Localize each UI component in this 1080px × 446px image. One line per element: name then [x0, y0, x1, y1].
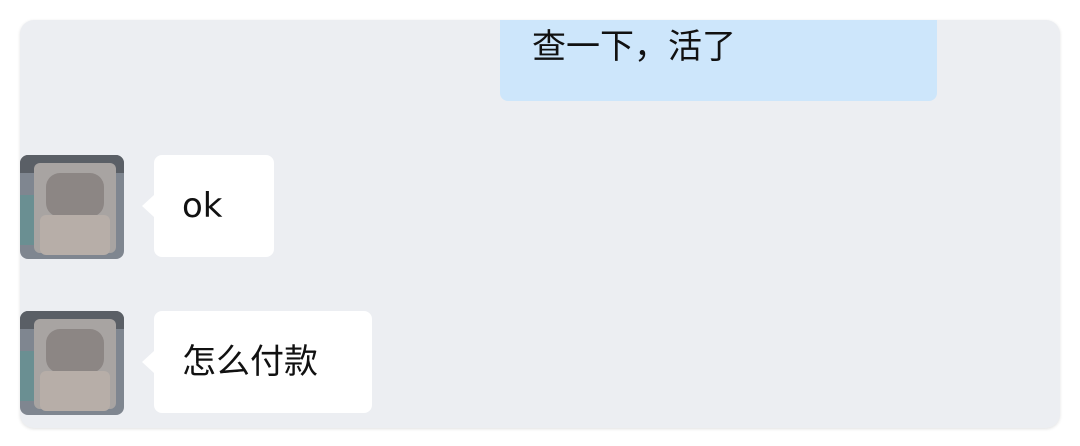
- avatar[interactable]: [20, 311, 124, 415]
- avatar-blur-region: [40, 371, 110, 411]
- avatar-blur-region: [46, 329, 104, 373]
- message-text: ok: [182, 186, 223, 226]
- message-text: 查一下，活了: [532, 27, 736, 67]
- avatar-blur-region: [46, 173, 104, 217]
- avatar-blur-region: [20, 195, 34, 245]
- incoming-message-bubble[interactable]: 怎么付款: [142, 311, 372, 413]
- incoming-message-bubble[interactable]: ok: [142, 155, 274, 257]
- message-text: 怎么付款: [182, 342, 318, 382]
- avatar[interactable]: [20, 155, 124, 259]
- chat-message-list[interactable]: 查一下，活了 ok 怎么付款: [20, 20, 1060, 428]
- outgoing-message-bubble[interactable]: 查一下，活了: [500, 20, 937, 101]
- avatar-blur-region: [40, 215, 110, 255]
- avatar-blur-region: [20, 351, 34, 401]
